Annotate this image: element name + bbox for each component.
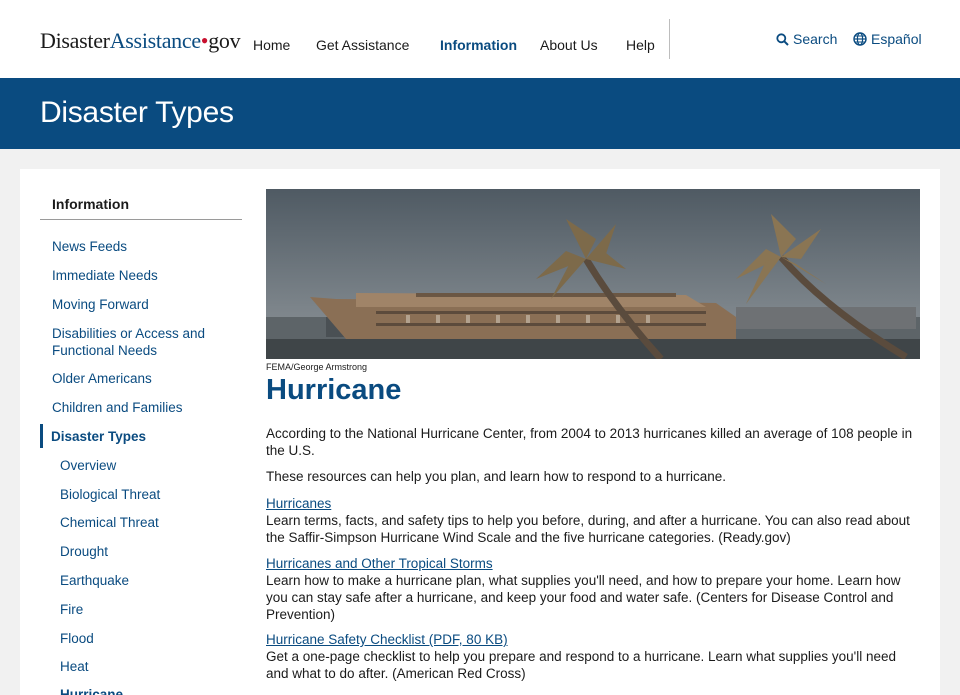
nav-home[interactable]: Home — [253, 37, 290, 53]
search-link[interactable]: Search — [776, 31, 837, 47]
sidebar-item-disabilities[interactable]: Disabilities or Access and Functional Ne… — [52, 325, 232, 359]
nav-help[interactable]: Help — [626, 37, 655, 53]
sidebar-subitem-biological-threat[interactable]: Biological Threat — [60, 486, 240, 503]
resource-desc-hurricanes: Learn terms, facts, and safety tips to h… — [266, 513, 910, 545]
section-title: Hurricane — [266, 374, 402, 406]
sidebar-subitem-earthquake[interactable]: Earthquake — [60, 572, 240, 589]
sidebar-item-disaster-types[interactable]: Disaster Types — [51, 428, 231, 445]
sidebar-subitem-flood[interactable]: Flood — [60, 630, 240, 647]
site-header: DisasterAssistance•gov Home Get Assistan… — [0, 0, 960, 78]
logo-text-disaster: Disaster — [40, 28, 110, 53]
nav-about-us[interactable]: About Us — [540, 37, 598, 53]
intro-paragraph: According to the National Hurricane Cent… — [266, 426, 913, 458]
hero-image — [266, 189, 920, 359]
sidebar-subitem-hurricane[interactable]: Hurricane — [60, 686, 240, 695]
site-logo[interactable]: DisasterAssistance•gov — [40, 28, 241, 54]
nav-information[interactable]: Information — [440, 37, 517, 53]
nav-divider — [669, 19, 670, 59]
sidebar-subitem-fire[interactable]: Fire — [60, 601, 240, 618]
sidebar-item-children-families[interactable]: Children and Families — [52, 399, 232, 416]
page-title: Disaster Types — [40, 96, 234, 129]
sidebar-subitem-heat[interactable]: Heat — [60, 658, 240, 675]
sidebar-subitem-overview[interactable]: Overview — [60, 457, 240, 474]
resource-link-hurricanes[interactable]: Hurricanes — [266, 495, 331, 512]
search-label: Search — [793, 31, 838, 47]
resource-desc-safety-checklist: Get a one-page checklist to help you pre… — [266, 649, 896, 681]
sidebar-item-immediate-needs[interactable]: Immediate Needs — [52, 267, 232, 284]
sidebar-item-older-americans[interactable]: Older Americans — [52, 370, 232, 387]
sidebar-subitem-drought[interactable]: Drought — [60, 543, 240, 560]
logo-text-gov: gov — [208, 28, 241, 53]
hurricane-damage-photo — [266, 189, 920, 359]
resource-link-safety-checklist[interactable]: Hurricane Safety Checklist (PDF, 80 KB) — [266, 631, 508, 648]
sidebar-heading: Information — [52, 196, 129, 212]
logo-text-assistance: Assistance — [109, 28, 201, 53]
sidebar-item-moving-forward[interactable]: Moving Forward — [52, 296, 232, 313]
resource-link-tropical-storms[interactable]: Hurricanes and Other Tropical Storms — [266, 555, 493, 572]
sidebar-item-news-feeds[interactable]: News Feeds — [52, 238, 232, 255]
photo-credit: FEMA/George Armstrong — [266, 362, 368, 372]
search-icon — [776, 32, 789, 46]
sidebar-subitem-chemical-threat[interactable]: Chemical Threat — [60, 514, 240, 531]
sidebar-current-marker — [40, 424, 43, 448]
nav-get-assistance[interactable]: Get Assistance — [316, 37, 409, 53]
language-link[interactable]: Español — [853, 31, 922, 47]
globe-icon — [853, 32, 867, 46]
sidebar-divider — [40, 219, 242, 220]
language-label: Español — [871, 31, 922, 47]
resource-desc-tropical-storms: Learn how to make a hurricane plan, what… — [266, 573, 901, 622]
page-banner: Disaster Types — [0, 78, 960, 149]
lead-paragraph: These resources can help you plan, and l… — [266, 469, 727, 484]
